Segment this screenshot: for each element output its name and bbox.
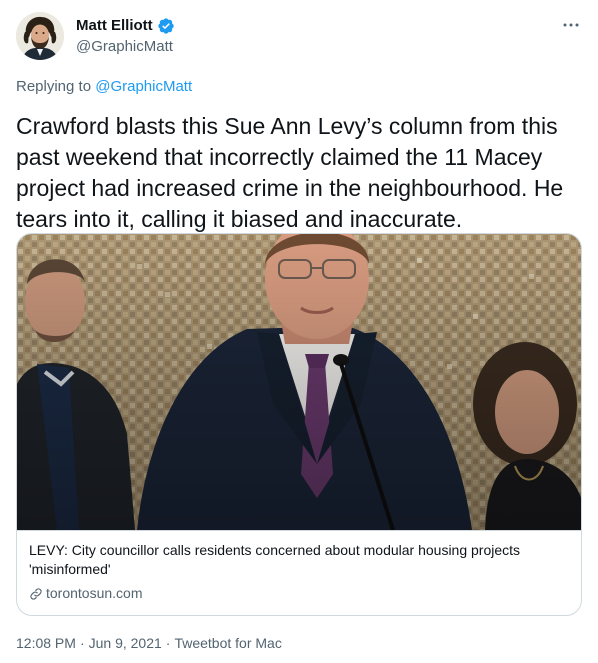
card-domain-text: torontosun.com <box>46 585 143 601</box>
replying-to-handle-link[interactable]: @GraphicMatt <box>95 78 192 95</box>
avatar-photo <box>16 12 64 60</box>
more-horizontal-icon <box>563 23 579 27</box>
tweet-meta: 12:08 PM · Jun 9, 2021 · Tweetbot for Ma… <box>16 633 282 653</box>
tweet-text: Crawford blasts this Sue Ann Levy’s colu… <box>16 113 564 232</box>
author-identity: Matt Elliott @GraphicMatt <box>76 16 175 57</box>
card-title[interactable]: LEVY: City councillor calls residents co… <box>29 541 569 579</box>
card-photo <box>17 234 581 530</box>
display-name[interactable]: Matt Elliott <box>76 16 153 36</box>
tweet: Matt Elliott @GraphicMatt Replying to @G… <box>0 0 598 663</box>
display-name-line: Matt Elliott <box>76 16 175 36</box>
more-options-button[interactable] <box>560 16 582 34</box>
tweet-time-link[interactable]: 12:08 PM <box>16 633 76 653</box>
link-icon <box>29 587 43 601</box>
replying-to: Replying to @GraphicMatt <box>16 77 192 97</box>
card-divider <box>17 530 581 531</box>
tweet-date-link[interactable]: Jun 9, 2021 <box>89 633 162 653</box>
link-preview-card[interactable]: LEVY: City councillor calls residents co… <box>16 233 582 616</box>
replying-to-label: Replying to <box>16 78 92 95</box>
avatar[interactable] <box>16 12 64 60</box>
meta-separator: · <box>79 635 85 651</box>
verified-badge-icon <box>157 17 175 35</box>
card-domain: torontosun.com <box>29 584 569 603</box>
tweet-source-link[interactable]: Tweetbot for Mac <box>174 633 281 653</box>
author-handle[interactable]: @GraphicMatt <box>76 37 175 57</box>
tweet-header: Matt Elliott @GraphicMatt <box>16 12 582 62</box>
card-image <box>17 234 581 530</box>
card-body: LEVY: City councillor calls residents co… <box>29 541 569 603</box>
meta-separator-2: · <box>165 635 171 651</box>
